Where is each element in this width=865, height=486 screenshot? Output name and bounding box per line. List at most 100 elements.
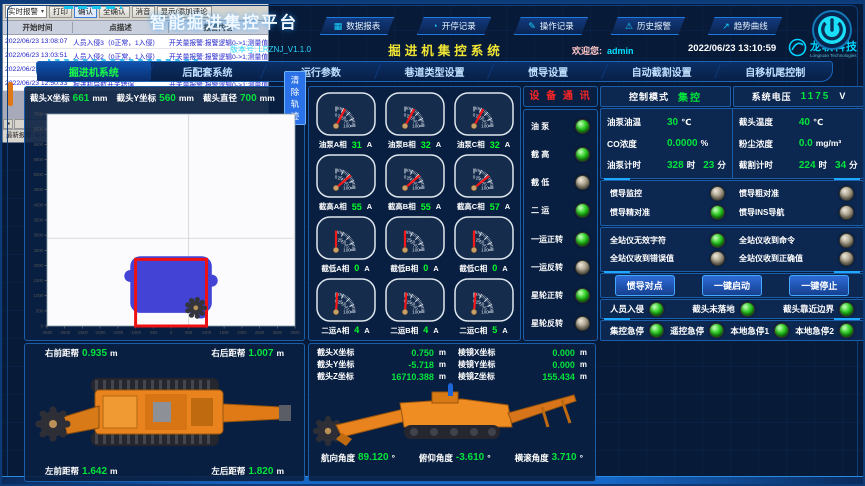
- gauge-value: 55: [421, 202, 431, 212]
- indicator-row: 惯导粗对准: [739, 184, 854, 203]
- indicator-label: 人员入侵: [610, 303, 644, 315]
- ins-status-box: 惯导监控惯导粗对准惯导精对准惯导INS导航: [600, 180, 864, 225]
- stat-row: 油泵计时328时23分: [607, 159, 726, 171]
- stat-value: 40: [799, 117, 810, 128]
- gauge-unit: A: [364, 326, 369, 335]
- gauge-label-row: 油泵B相32A: [388, 139, 441, 150]
- svg-text:-1500: -1500: [113, 330, 124, 335]
- nav-label: 趋势曲线: [734, 20, 768, 32]
- field-unit: m: [276, 466, 284, 476]
- field-label: 截头Y坐标: [317, 359, 369, 370]
- total-station-status-box: 全站仪无效字符全站仪收到命令全站仪收到错误值全站仪收到正确值: [600, 227, 864, 272]
- svg-text:-3000: -3000: [59, 330, 70, 335]
- brand-subtext: Longruan Technologies: [810, 54, 858, 59]
- indicator-row: 惯导精对准: [610, 203, 725, 222]
- gauge-unit: A: [367, 140, 372, 149]
- tab-roadway-type-settings[interactable]: 巷道类型设置: [378, 62, 492, 81]
- status-led: [710, 186, 725, 201]
- indicator-label: 二 运: [531, 205, 549, 216]
- status-led: [740, 302, 755, 317]
- gauge-value: 57: [490, 202, 500, 212]
- welcome-label: 欢迎您:: [572, 46, 602, 56]
- svg-text:100: 100: [343, 247, 351, 252]
- svg-text:3500: 3500: [290, 330, 300, 335]
- operation-record-button[interactable]: ✎操作记录: [514, 17, 588, 35]
- field-label: 棱镜Y坐标: [458, 359, 510, 370]
- gauge-dial: 0255075100: [453, 215, 515, 262]
- status-led: [839, 251, 854, 266]
- status-led: [710, 205, 725, 220]
- field: 左前距帮1.642m: [45, 465, 118, 477]
- stat-label: 油泵计时: [607, 159, 659, 171]
- stat-unit: ℃: [813, 117, 823, 128]
- warning-leds-row: 人员入侵截头未落地截头靠近边界: [600, 299, 864, 320]
- one-key-stop-button[interactable]: 一键停止: [789, 275, 849, 296]
- status-led: [710, 251, 725, 266]
- gauge: 0255075100油泵B相32A: [380, 90, 449, 152]
- data-report-button[interactable]: ▦数据报表: [320, 17, 394, 35]
- alarm-bell-icon: ⚠: [625, 22, 633, 31]
- indicator-row: 星轮反转: [524, 310, 597, 338]
- svg-text:-2000: -2000: [95, 330, 106, 335]
- cutting-head-info-row: 截头X坐标661mm截头Y坐标560mm截头直径700mm清除轨迹: [25, 87, 304, 109]
- gauge-label: 二运A相: [321, 325, 349, 336]
- system-voltage-label: 系统电压: [752, 90, 792, 103]
- start-stop-record-button[interactable]: ◔开停记录: [417, 17, 491, 35]
- stat-row: CO浓度0.0000%: [607, 138, 726, 150]
- gauge-label-row: 截低B相0A: [390, 263, 438, 274]
- stat-unit: 时: [819, 159, 828, 171]
- status-led: [649, 323, 664, 338]
- svg-text:-500: -500: [149, 330, 158, 335]
- status-led: [575, 175, 590, 190]
- indicator-row: 一运正转: [524, 225, 597, 253]
- svg-text:2500: 2500: [255, 330, 265, 335]
- svg-text:100: 100: [343, 124, 351, 129]
- stat-label: 粉尘浓度: [739, 138, 791, 150]
- trend-curve-button[interactable]: ↗趋势曲线: [708, 17, 782, 35]
- coordinate-field: 棱镜Y坐标0.000m: [458, 359, 587, 370]
- svg-text:0: 0: [41, 324, 44, 329]
- tab-roadheader-system[interactable]: 掘进机系统: [37, 62, 151, 81]
- stat-segment: 23分: [703, 159, 726, 171]
- field-value: 0.000: [510, 348, 575, 358]
- tab-backup-system[interactable]: 后配套系统: [151, 62, 265, 81]
- alarm-column-header: 开始时间: [3, 22, 73, 33]
- svg-text:3500: 3500: [34, 218, 44, 223]
- status-led: [575, 203, 590, 218]
- svg-text:4500: 4500: [34, 187, 44, 192]
- gauge: 0255075100截低A相0A: [311, 214, 380, 276]
- one-key-start-button[interactable]: 一键启动: [702, 275, 762, 296]
- alarm-filter-select[interactable]: 实时报警 ▾: [5, 5, 47, 18]
- svg-text:100: 100: [412, 309, 420, 314]
- coordinate-field: 截头Y坐标-5.718m: [317, 359, 446, 370]
- gauge-label: 二运C相: [459, 325, 487, 336]
- field-unit: mm: [92, 93, 107, 103]
- stat-unit: 分: [717, 159, 726, 171]
- gauge-unit: A: [505, 202, 510, 211]
- alarm-row[interactable]: 2022/06/23 13:08:07人员入侵3（0正常，1入侵）开关量报警:报…: [3, 35, 268, 49]
- gauge-value: 0: [423, 263, 428, 273]
- tab-ins-settings[interactable]: 惯导设置: [491, 62, 605, 81]
- tab-running-params[interactable]: 运行参数: [264, 62, 378, 81]
- gauge-label: 截低C相: [459, 263, 487, 274]
- gauge-dial: 0255075100: [384, 153, 446, 200]
- indicator-row: 惯导监控: [610, 184, 725, 203]
- gauge-grid: 0255075100油泵A相31A0255075100油泵B相32A025507…: [311, 90, 518, 337]
- datetime: 2022/06/23 13:10:59: [688, 43, 776, 54]
- power-button[interactable]: [811, 9, 853, 51]
- svg-text:6000: 6000: [34, 142, 44, 147]
- stat-unit: 时: [687, 159, 696, 171]
- tab-auto-cutting-settings[interactable]: 自动截割设置: [605, 62, 719, 81]
- status-led: [575, 232, 590, 247]
- ins-point-align-button[interactable]: 惯导对点: [615, 275, 675, 296]
- version-label: 版本号: LRZNJ_V1.1.0: [230, 44, 311, 55]
- scroll-left-icon[interactable]: ◂: [3, 119, 13, 129]
- tab-self-moving-tail-control[interactable]: 自移机尾控制: [718, 62, 832, 81]
- gauge-unit: A: [502, 326, 507, 335]
- gauge-label-row: 截高A相55A: [319, 201, 372, 212]
- history-alarm-button[interactable]: ⚠历史报警: [611, 17, 685, 35]
- machine-top-view: [33, 362, 297, 462]
- indicator-label: 截 低: [531, 177, 549, 188]
- field-label: 截头直径: [203, 92, 237, 104]
- field: 右前距帮0.935m: [45, 347, 118, 359]
